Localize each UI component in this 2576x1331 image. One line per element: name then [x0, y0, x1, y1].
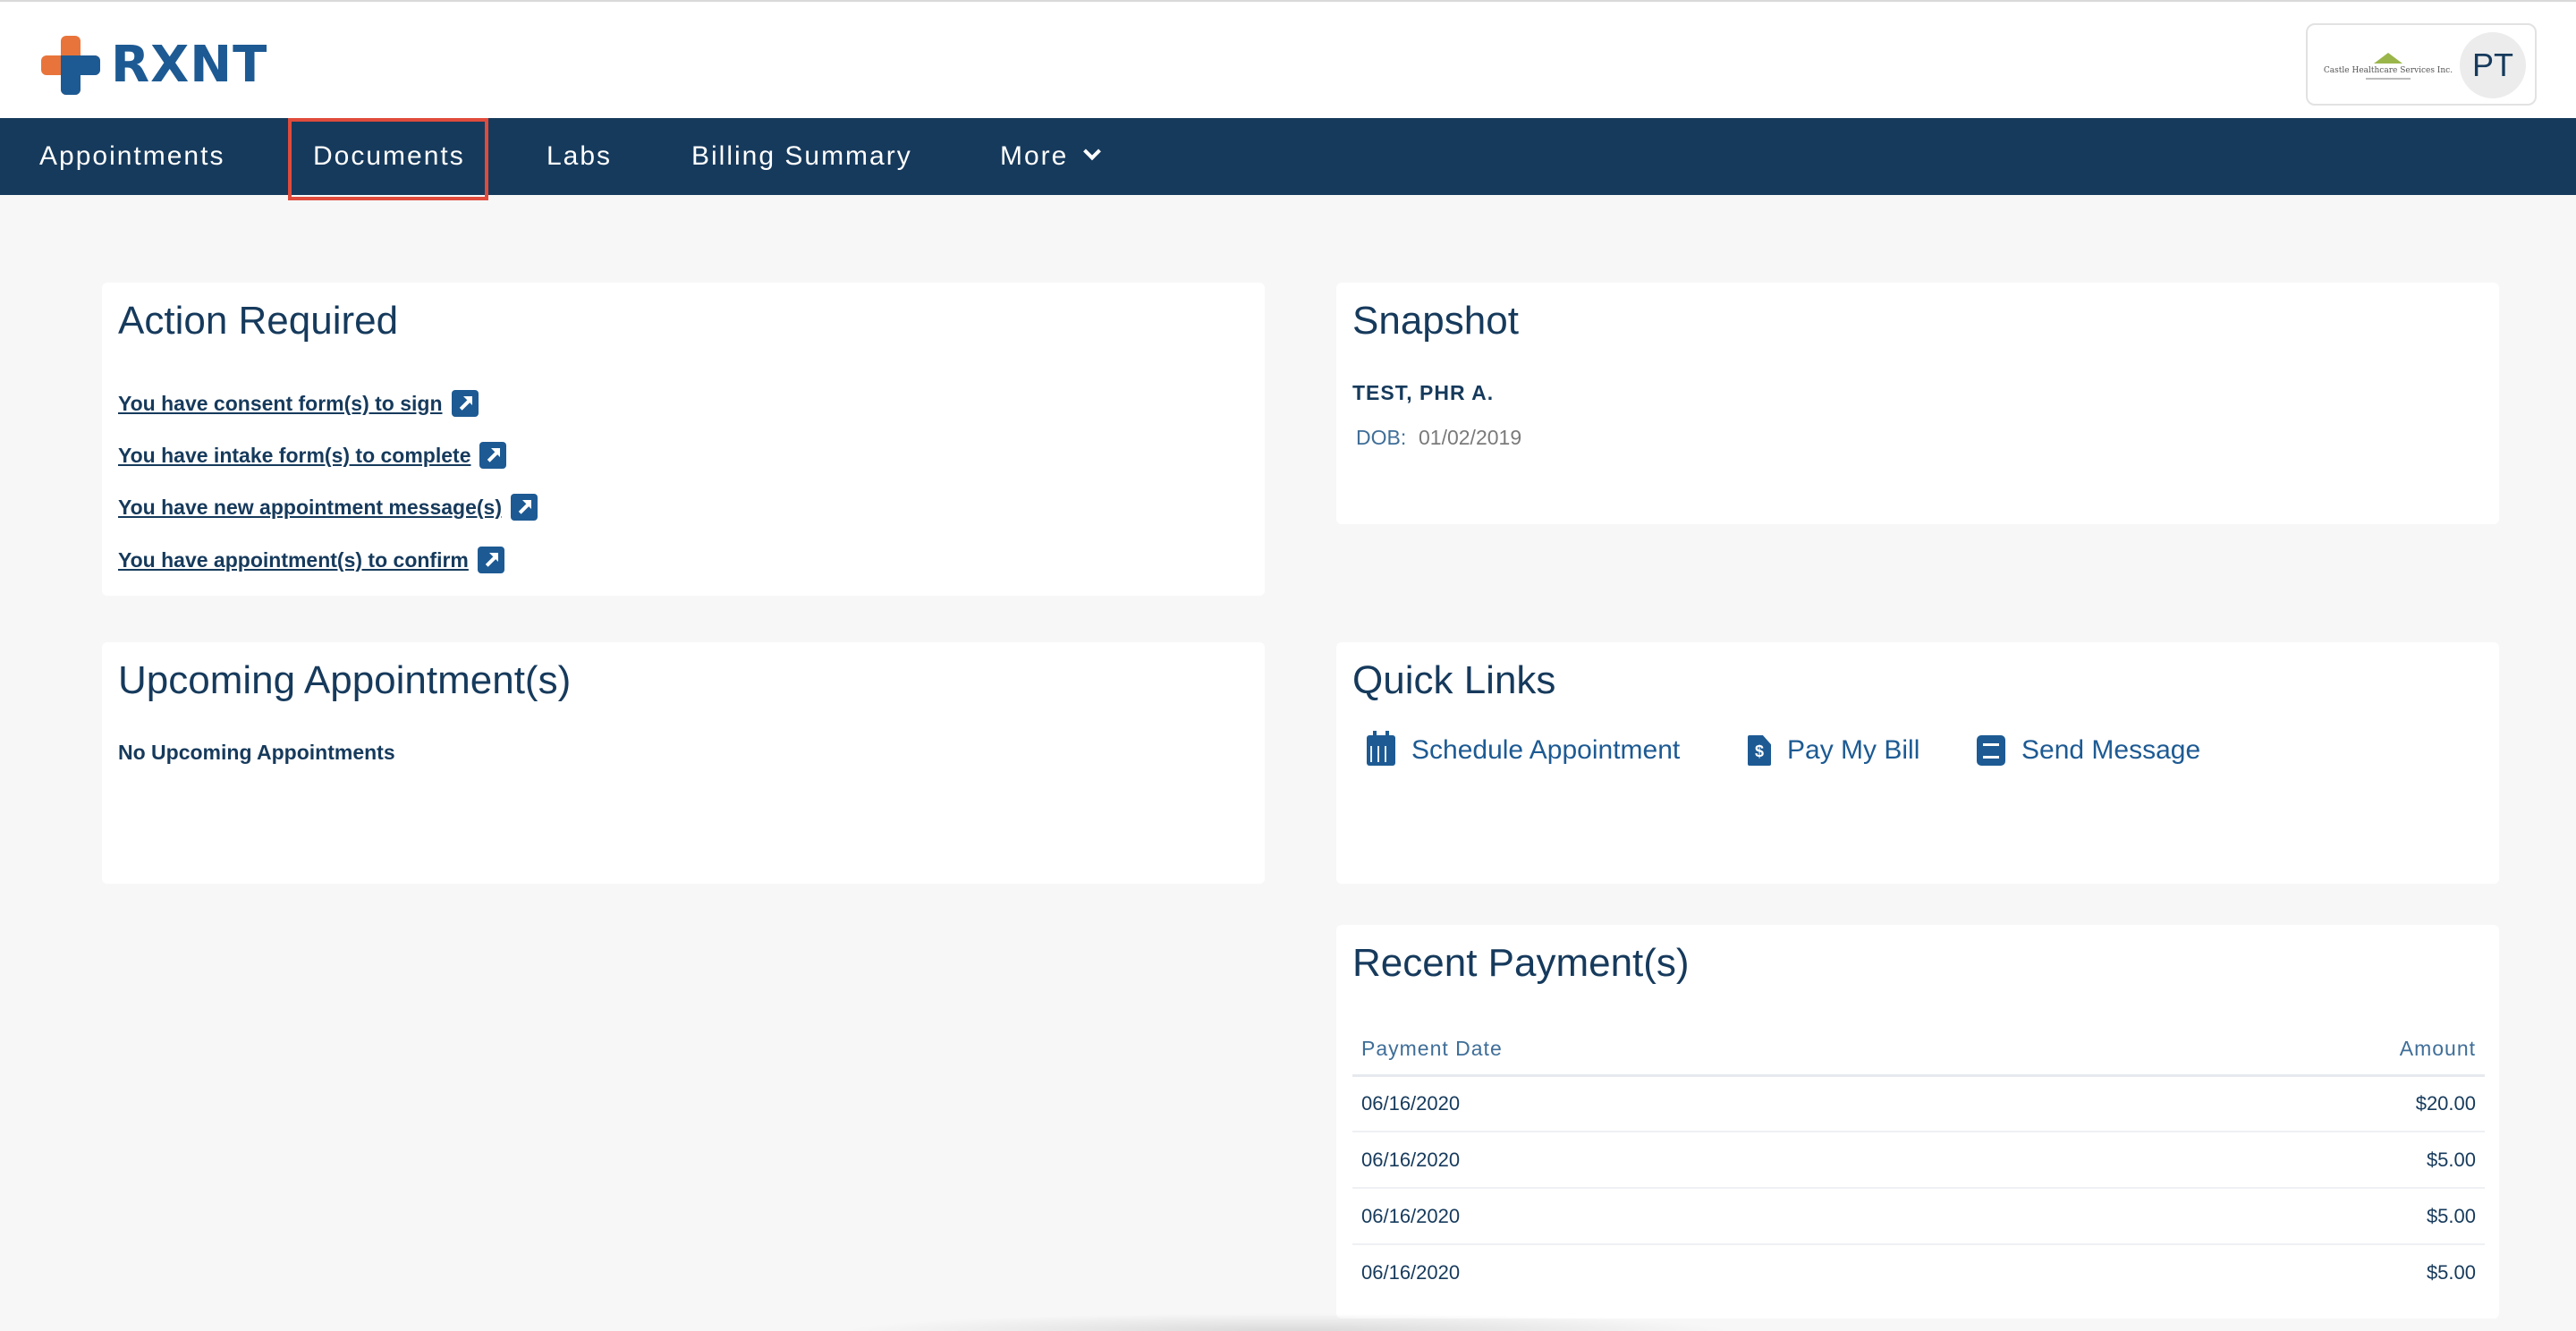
table-row: 06/16/2020 $5.00	[1352, 1132, 2485, 1189]
payment-date-cell: 06/16/2020	[1352, 1188, 2064, 1245]
avatar[interactable]: PT	[2460, 32, 2526, 98]
main-nav: Appointments Documents Labs Billing Summ…	[0, 118, 2576, 200]
bill-icon	[1748, 735, 1771, 766]
send-message-link[interactable]: Send Message	[1977, 735, 2200, 766]
table-row: 06/16/2020 $20.00	[1352, 1075, 2485, 1132]
recent-payments-title: Recent Payment(s)	[1352, 941, 1690, 985]
send-message-label: Send Message	[2021, 735, 2201, 765]
schedule-appointment-label: Schedule Appointment	[1411, 735, 1681, 765]
snapshot-title: Snapshot	[1352, 299, 1519, 343]
payment-date-header[interactable]: Payment Date	[1352, 1023, 2064, 1077]
external-link-icon[interactable]	[451, 390, 479, 417]
schedule-appointment-link[interactable]: Schedule Appointment	[1367, 731, 1681, 766]
payment-date-cell: 06/16/2020	[1352, 1075, 2064, 1132]
appointment-messages-label: You have new appointment message(s)	[118, 495, 503, 519]
intake-forms-label: You have intake form(s) to complete	[118, 443, 471, 467]
action-required-card: Action Required You have consent form(s)…	[102, 283, 1265, 596]
dob-label: DOB:	[1356, 426, 1407, 449]
external-link-icon[interactable]	[511, 494, 538, 521]
house-icon	[2370, 53, 2406, 64]
dob-value: 01/02/2019	[1419, 426, 1522, 449]
consent-forms-label: You have consent form(s) to sign	[118, 391, 443, 415]
upcoming-appointments-title: Upcoming Appointment(s)	[118, 658, 572, 702]
nav-more[interactable]: More	[1000, 118, 1102, 195]
brand-name: RXNT	[111, 36, 268, 94]
message-icon	[1977, 735, 2005, 766]
table-header-row: Payment Date Amount	[1352, 1023, 2485, 1077]
recent-payments-card: Recent Payment(s) Payment Date Amount 06…	[1336, 925, 2499, 1318]
nav-labs[interactable]: Labs	[547, 118, 612, 195]
rxnt-logo[interactable]: RXNT	[41, 34, 267, 97]
amount-cell: $5.00	[2426, 1261, 2476, 1284]
profile-menu[interactable]: Castle Healthcare Services Inc. PT	[2306, 23, 2537, 106]
nav-billing-summary[interactable]: Billing Summary	[691, 118, 912, 195]
nav-more-label: More	[1000, 141, 1069, 171]
top-header: RXNT Castle Healthcare Services Inc. PT	[0, 0, 2576, 118]
appointment-messages-link[interactable]: You have new appointment message(s)	[118, 494, 538, 521]
payment-date-cell: 06/16/2020	[1352, 1132, 2064, 1189]
cross-logo-icon	[41, 36, 100, 95]
amount-header[interactable]: Amount	[2063, 1023, 2485, 1077]
intake-forms-link[interactable]: You have intake form(s) to complete	[118, 442, 507, 469]
nav-appointments[interactable]: Appointments	[39, 118, 225, 195]
amount-cell: $5.00	[2063, 1132, 2485, 1189]
chevron-down-icon	[1083, 142, 1102, 161]
table-row: 06/16/2020 $5.00	[1352, 1244, 2485, 1301]
quick-links-title: Quick Links	[1352, 658, 1556, 702]
patient-name: TEST, PHR A.	[1352, 381, 1495, 404]
nav-documents[interactable]: Documents	[288, 118, 488, 200]
confirm-appointments-label: You have appointment(s) to confirm	[118, 547, 469, 572]
amount-cell: $20.00	[2063, 1075, 2485, 1132]
payment-date-cell: 06/16/2020	[1361, 1261, 1461, 1284]
action-required-title: Action Required	[118, 299, 399, 343]
payments-table: Payment Date Amount 06/16/2020 $20.00 06…	[1352, 1023, 2485, 1301]
amount-cell: $5.00	[2063, 1188, 2485, 1245]
calendar-icon	[1367, 731, 1395, 766]
consent-forms-link[interactable]: You have consent form(s) to sign	[118, 390, 479, 417]
pay-my-bill-link[interactable]: Pay My Bill	[1748, 735, 1919, 766]
practice-name: Castle Healthcare Services Inc.	[2323, 66, 2453, 75]
pay-my-bill-label: Pay My Bill	[1787, 735, 1920, 765]
table-row: 06/16/2020 $5.00	[1352, 1188, 2485, 1245]
upcoming-appointments-card: Upcoming Appointment(s) No Upcoming Appo…	[102, 642, 1265, 884]
confirm-appointments-link[interactable]: You have appointment(s) to confirm	[118, 547, 504, 573]
practice-logo: Castle Healthcare Services Inc.	[2322, 45, 2454, 88]
no-appointments-text: No Upcoming Appointments	[118, 741, 395, 764]
snapshot-card: Snapshot TEST, PHR A. DOB: 01/02/2019	[1336, 283, 2499, 524]
external-link-icon[interactable]	[479, 442, 507, 469]
quick-links-card: Quick Links Schedule Appointment Pay My …	[1336, 642, 2499, 884]
external-link-icon[interactable]	[477, 547, 504, 573]
scroll-shadow	[841, 1313, 1735, 1331]
